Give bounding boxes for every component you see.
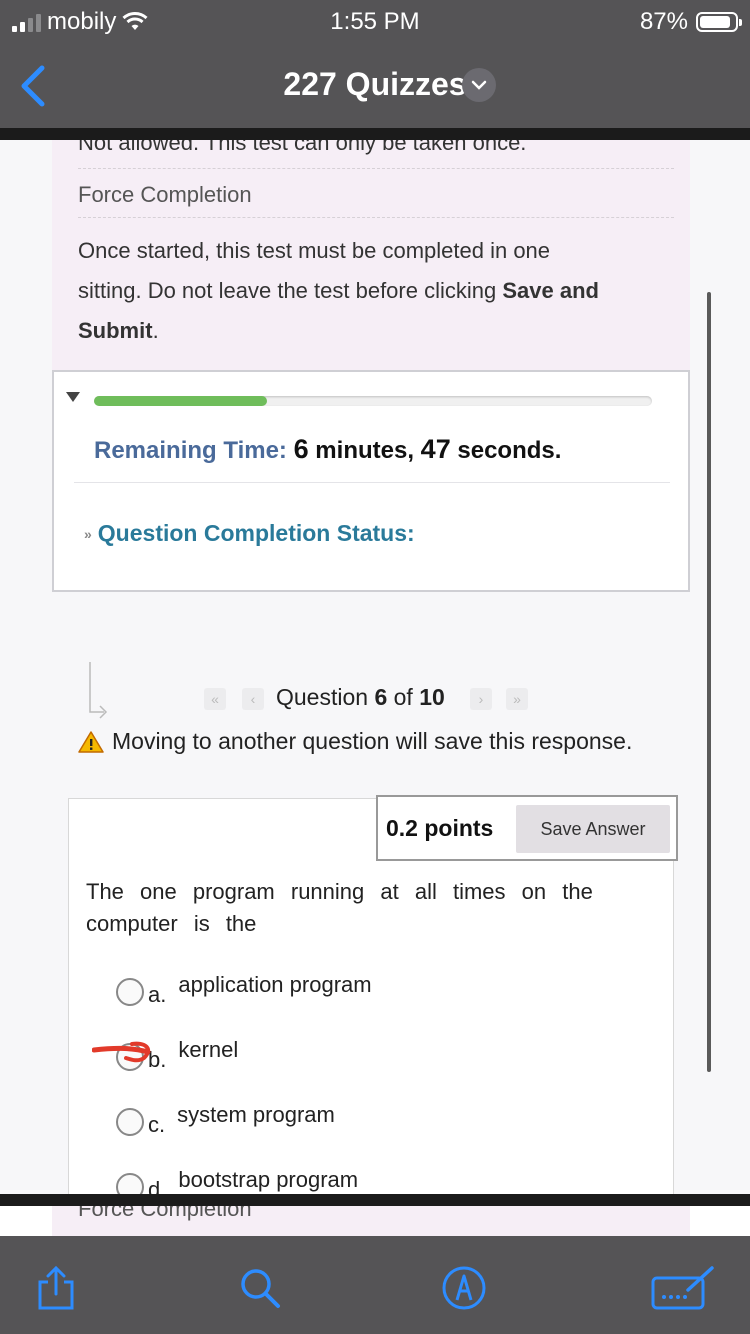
warning-text: Moving to another question will save thi… [112, 728, 633, 754]
top-bar: mobily 1:55 PM 87% 227 Quizzes [0, 0, 750, 128]
dropdown-chevron-icon[interactable] [462, 68, 496, 102]
markup-icon[interactable] [440, 1264, 488, 1312]
remaining-time: Remaining Time: 6 minutes, 47 seconds. [94, 434, 561, 465]
collapse-triangle-icon[interactable] [66, 392, 80, 402]
question-completion-status-toggle[interactable]: » Question Completion Status: [84, 520, 415, 547]
multiple-attempts-text: Not allowed. This test can only be taken… [78, 140, 527, 155]
share-icon[interactable] [32, 1264, 80, 1312]
peek-text: Force Completion [78, 1206, 252, 1221]
search-icon[interactable] [236, 1264, 284, 1312]
option-letter: c. [148, 1112, 166, 1137]
nav-bar: 227 Quizzes [0, 58, 750, 114]
radio-button[interactable] [116, 1173, 144, 1196]
total-questions: 10 [419, 684, 445, 710]
of-text: of [387, 684, 420, 710]
seconds-word: seconds. [450, 437, 562, 464]
scrollbar[interactable] [707, 292, 711, 1072]
save-warning: Moving to another question will save thi… [78, 728, 632, 755]
divider [78, 168, 674, 169]
page-content: Not allowed. This test can only be taken… [0, 140, 750, 1196]
question-navigation: « ‹ Question 6 of 10 › » [0, 684, 750, 714]
points-header: 0.2 points Save Answer [376, 795, 678, 861]
force-text-line1: Once started, this test must be complete… [78, 238, 551, 263]
answer-option-a[interactable]: a. application program [116, 972, 372, 1008]
remaining-time-label: Remaining Time: [94, 437, 287, 464]
next-question-icon[interactable]: › [470, 688, 492, 710]
warning-icon [78, 730, 104, 753]
red-annotation-mark [92, 1041, 151, 1063]
time-progress-bar [94, 396, 652, 406]
battery-percent: 87% [639, 8, 688, 35]
last-question-icon[interactable]: » [506, 688, 528, 710]
timer-panel: Remaining Time: 6 minutes, 47 seconds. »… [52, 370, 690, 592]
nav-title[interactable]: 227 Quizzes [0, 66, 750, 103]
period: . [152, 318, 159, 343]
question-completion-status-label: Question Completion Status: [97, 520, 415, 546]
first-question-icon[interactable]: « [204, 688, 226, 710]
force-completion-text: Once started, this test must be complete… [78, 231, 678, 351]
divider [78, 217, 674, 218]
divider-top [0, 128, 750, 140]
bottom-toolbar [0, 1236, 750, 1334]
clock: 1:55 PM [330, 8, 420, 35]
submit-bold: Submit [78, 318, 153, 343]
radio-button[interactable] [116, 978, 144, 1006]
option-text: kernel [178, 1037, 239, 1062]
previous-question-icon[interactable]: ‹ [242, 688, 264, 710]
question-counter: Question 6 of 10 [276, 684, 445, 711]
radio-button[interactable] [116, 1108, 144, 1136]
double-chevron-down-icon: » [84, 526, 92, 542]
option-text: system program [177, 1102, 335, 1127]
answer-option-c[interactable]: c. system program [116, 1102, 335, 1138]
save-and-bold: Save and [502, 278, 599, 303]
minutes-word: minutes, [308, 437, 421, 464]
option-text: bootstrap program [178, 1167, 359, 1192]
force-completion-label: Force Completion [78, 182, 252, 207]
battery-icon [696, 12, 742, 32]
answer-option-d[interactable]: d. bootstrap program [116, 1167, 358, 1196]
divider [74, 482, 670, 483]
minutes-value: 6 [293, 434, 309, 464]
seconds-value: 47 [420, 434, 451, 464]
option-text: application program [178, 972, 372, 997]
battery-group: 87% [639, 8, 742, 36]
option-letter: a. [148, 982, 167, 1007]
keyboard-compose-icon[interactable] [650, 1264, 716, 1312]
points-value: 0.2 points [386, 815, 494, 841]
current-question: 6 [374, 684, 388, 710]
question-text: The one program running at all times on … [86, 879, 593, 936]
save-answer-button[interactable]: Save Answer [516, 805, 670, 853]
status-bar: mobily 1:55 PM 87% [0, 6, 750, 36]
progress-fill [94, 396, 267, 406]
next-section-peek: Force Completion [52, 1206, 690, 1236]
force-text-line2: sitting. Do not leave the test before cl… [78, 278, 503, 303]
divider-bottom [0, 1194, 750, 1206]
question-prefix: Question [276, 684, 375, 710]
